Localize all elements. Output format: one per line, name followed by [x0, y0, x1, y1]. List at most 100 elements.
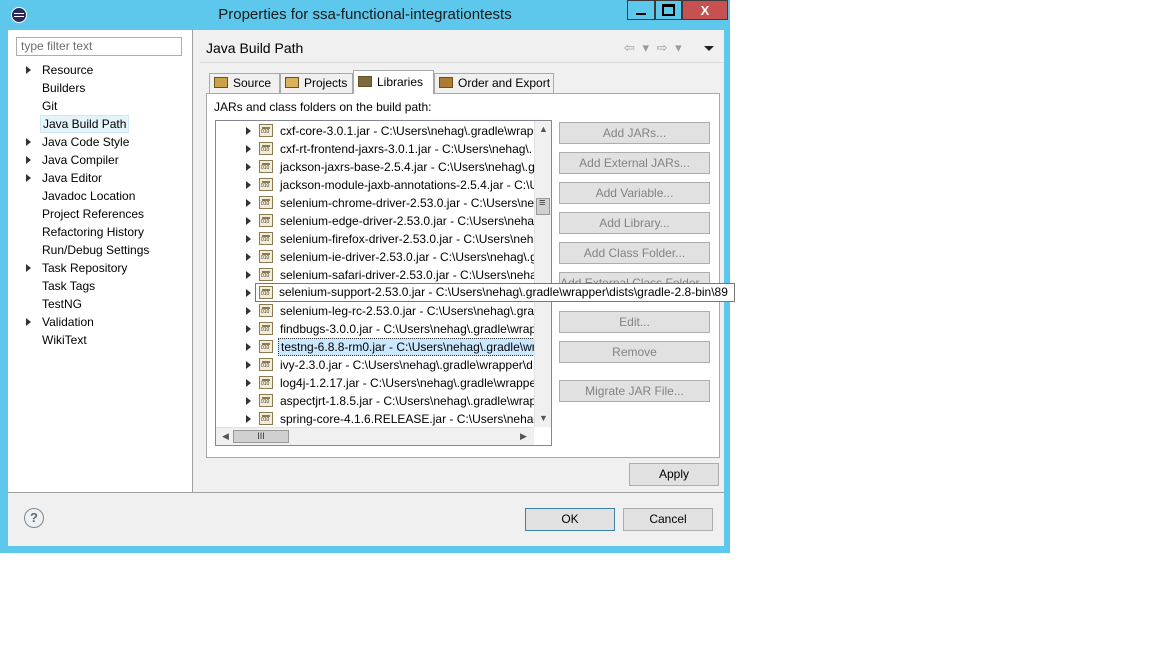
- expand-arrow-icon[interactable]: [246, 145, 251, 153]
- jar-row[interactable]: spring-core-4.1.6.RELEASE.jar - C:\Users…: [216, 410, 534, 428]
- jar-label: jackson-module-jaxb-annotations-2.5.4.ja…: [280, 178, 534, 192]
- tab-order-and-export[interactable]: Order and Export: [434, 73, 554, 93]
- migrate-jar-button[interactable]: Migrate JAR File...: [559, 380, 710, 402]
- jar-row[interactable]: selenium-edge-driver-2.53.0.jar - C:\Use…: [216, 212, 534, 230]
- nav-item-label: Refactoring History: [42, 225, 145, 239]
- expand-arrow-icon[interactable]: [246, 181, 251, 189]
- jar-icon: [259, 142, 273, 155]
- expand-arrow-icon[interactable]: [26, 318, 31, 326]
- scroll-left-icon[interactable]: ◀: [218, 429, 233, 444]
- jar-row[interactable]: selenium-leg-rc-2.53.0.jar - C:\Users\ne…: [216, 302, 534, 320]
- tab-libraries[interactable]: Libraries: [353, 70, 434, 94]
- nav-item-label: Resource: [42, 63, 94, 77]
- add-class-folder-button[interactable]: Add Class Folder...: [559, 242, 710, 264]
- window-title: Properties for ssa-functional-integratio…: [218, 6, 512, 23]
- add-external-jars-button[interactable]: Add External JARs...: [559, 152, 710, 174]
- expand-arrow-icon[interactable]: [246, 199, 251, 207]
- jar-row[interactable]: cxf-core-3.0.1.jar - C:\Users\nehag\.gra…: [216, 122, 534, 140]
- horizontal-scroll-thumb[interactable]: III: [233, 430, 289, 443]
- jar-row[interactable]: log4j-1.2.17.jar - C:\Users\nehag\.gradl…: [216, 374, 534, 392]
- jar-label: ivy-2.3.0.jar - C:\Users\nehag\.gradle\w…: [280, 358, 533, 372]
- jar-row[interactable]: cxf-rt-frontend-jaxrs-3.0.1.jar - C:\Use…: [216, 140, 534, 158]
- minimize-button[interactable]: [627, 0, 655, 20]
- expand-arrow-icon[interactable]: [246, 379, 251, 387]
- add-library-button[interactable]: Add Library...: [559, 212, 710, 234]
- expand-arrow-icon[interactable]: [246, 163, 251, 171]
- nav-item-label: Builders: [42, 81, 86, 95]
- filter-input[interactable]: type filter text: [16, 37, 182, 56]
- expand-arrow-icon[interactable]: [246, 361, 251, 369]
- preferences-nav: type filter text Resource Builders Git Java…: [8, 30, 193, 492]
- expand-arrow-icon[interactable]: [246, 289, 251, 297]
- jar-row[interactable]: findbugs-3.0.0.jar - C:\Users\nehag\.gra…: [216, 320, 534, 338]
- jar-row[interactable]: selenium-safari-driver-2.53.0.jar - C:\U…: [216, 266, 534, 284]
- jar-row[interactable]: jackson-module-jaxb-annotations-2.5.4.ja…: [216, 176, 534, 194]
- jar-icon: [259, 412, 273, 425]
- close-button[interactable]: X: [682, 0, 728, 20]
- expand-arrow-icon[interactable]: [246, 325, 251, 333]
- history-nav-arrows[interactable]: ⇦ ▾ ⇨ ▾: [624, 40, 684, 56]
- jar-label: log4j-1.2.17.jar - C:\Users\nehag\.gradl…: [280, 376, 534, 390]
- jar-icon: [259, 160, 273, 173]
- expand-arrow-icon[interactable]: [26, 156, 31, 164]
- scroll-up-icon[interactable]: ▲: [536, 122, 551, 137]
- jar-row[interactable]: jackson-jaxrs-base-2.5.4.jar - C:\Users\…: [216, 158, 534, 176]
- libraries-icon: [358, 76, 372, 87]
- expand-arrow-icon[interactable]: [26, 138, 31, 146]
- properties-dialog: Properties for ssa-functional-integratio…: [0, 0, 735, 553]
- remove-button[interactable]: Remove: [559, 341, 710, 363]
- order-export-icon: [439, 77, 453, 88]
- jar-label: selenium-firefox-driver-2.53.0.jar - C:\…: [280, 232, 534, 246]
- vertical-scroll-thumb[interactable]: [536, 197, 550, 215]
- apply-button[interactable]: Apply: [629, 463, 719, 486]
- expand-arrow-icon[interactable]: [246, 235, 251, 243]
- horizontal-scrollbar[interactable]: ◀ III ▶: [216, 427, 534, 445]
- nav-item-label: Java Build Path: [40, 115, 130, 133]
- jar-icon: [259, 286, 273, 299]
- expand-arrow-icon[interactable]: [26, 264, 31, 272]
- jar-icon: [259, 376, 273, 389]
- nav-item-label: Validation: [42, 315, 94, 329]
- title-bar[interactable]: Properties for ssa-functional-integratio…: [0, 0, 730, 30]
- expand-arrow-icon[interactable]: [246, 127, 251, 135]
- maximize-button[interactable]: [655, 0, 682, 20]
- expand-arrow-icon[interactable]: [246, 217, 251, 225]
- expand-arrow-icon[interactable]: [246, 307, 251, 315]
- add-jars-button[interactable]: Add JARs...: [559, 122, 710, 144]
- expand-arrow-icon[interactable]: [246, 415, 251, 423]
- tab-label: Libraries: [377, 75, 424, 89]
- expand-arrow-icon[interactable]: [246, 343, 251, 351]
- nav-item-label: Run/Debug Settings: [42, 243, 150, 257]
- jar-icon: [259, 214, 273, 227]
- view-menu-icon[interactable]: [704, 46, 714, 51]
- jar-row[interactable]: aspectjrt-1.8.5.jar - C:\Users\nehag\.gr…: [216, 392, 534, 410]
- tab-projects[interactable]: Projects: [280, 73, 353, 93]
- expand-arrow-icon[interactable]: [246, 397, 251, 405]
- panel-label: JARs and class folders on the build path…: [214, 100, 432, 114]
- expand-arrow-icon[interactable]: [246, 253, 251, 261]
- expand-arrow-icon[interactable]: [26, 174, 31, 182]
- jar-label: aspectjrt-1.8.5.jar - C:\Users\nehag\.gr…: [280, 394, 534, 408]
- jar-label: selenium-chrome-driver-2.53.0.jar - C:\U…: [280, 196, 534, 210]
- ok-button[interactable]: OK: [525, 508, 615, 531]
- help-icon[interactable]: ?: [24, 508, 44, 528]
- jar-row[interactable]: selenium-firefox-driver-2.53.0.jar - C:\…: [216, 230, 534, 248]
- tab-source[interactable]: Source: [209, 73, 280, 93]
- expand-arrow-icon[interactable]: [246, 271, 251, 279]
- jar-icon: [259, 178, 273, 191]
- jar-icon: [259, 358, 273, 371]
- jar-label: cxf-core-3.0.1.jar - C:\Users\nehag\.gra…: [280, 124, 534, 138]
- projects-folder-icon: [285, 77, 299, 88]
- vertical-scrollbar[interactable]: ▲ ▼: [534, 121, 551, 427]
- jar-row[interactable]: ivy-2.3.0.jar - C:\Users\nehag\.gradle\w…: [216, 356, 534, 374]
- jar-row[interactable]: selenium-chrome-driver-2.53.0.jar - C:\U…: [216, 194, 534, 212]
- expand-arrow-icon[interactable]: [26, 66, 31, 74]
- edit-button[interactable]: Edit...: [559, 311, 710, 333]
- jar-label: cxf-rt-frontend-jaxrs-3.0.1.jar - C:\Use…: [280, 142, 533, 156]
- add-variable-button[interactable]: Add Variable...: [559, 182, 710, 204]
- scroll-down-icon[interactable]: ▼: [536, 411, 551, 426]
- scroll-right-icon[interactable]: ▶: [516, 429, 531, 444]
- cancel-button[interactable]: Cancel: [623, 508, 713, 531]
- jar-row[interactable]: selenium-ie-driver-2.53.0.jar - C:\Users…: [216, 248, 534, 266]
- jar-row[interactable]: testng-6.8.8-rm0.jar - C:\Users\nehag\.g…: [216, 338, 534, 356]
